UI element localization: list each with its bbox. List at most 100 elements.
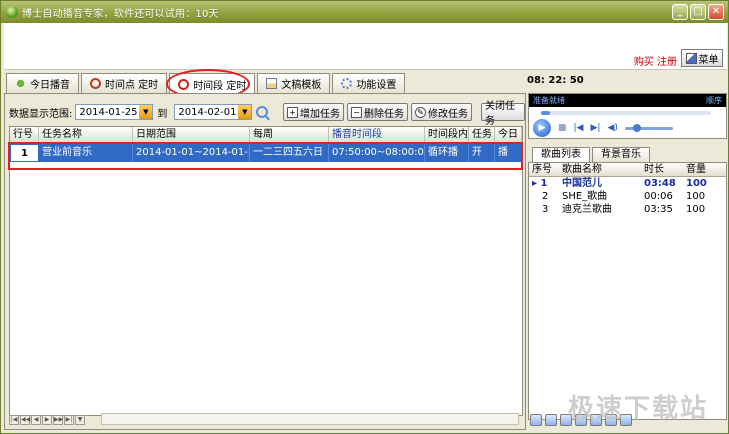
edit-task-button[interactable]: ✎ 修改任务 (411, 103, 472, 121)
audio-player: 准备就绪 顺序 ▶ ■ |◀ ▶| ◀) (528, 93, 727, 139)
next-page-fast-icon[interactable]: ▶▶ (53, 415, 63, 425)
tab-template[interactable]: 文稿模板 (257, 73, 331, 93)
chevron-down-icon[interactable]: ▼ (238, 105, 252, 119)
alarm-clock-icon (90, 78, 101, 89)
end-date-picker[interactable]: 2014-02-01 ▼ (174, 104, 253, 120)
highlight-rectangle (8, 142, 523, 170)
song-duration: 03:48 (644, 178, 676, 189)
song-list-header: 序号 歌曲名称 时长 音量 (529, 163, 726, 177)
maximize-button[interactable]: □ (690, 4, 706, 20)
song-number: ▸ 1 (532, 178, 548, 189)
next-button[interactable]: ▶| (590, 123, 600, 133)
tab-settings[interactable]: 功能设置 (332, 73, 406, 93)
tab-label: 时间点 定时 (105, 80, 159, 91)
pager-controls: |◀ ◀◀ ◀ ▶ ▶▶ ▶| ▼ (9, 415, 85, 425)
menu-button[interactable]: 菜单 (681, 49, 723, 67)
filter-icon[interactable]: ▼ (75, 415, 85, 425)
volume-icon[interactable]: ◀) (607, 123, 617, 133)
song-number: 2 (542, 191, 549, 202)
search-icon[interactable] (256, 106, 269, 118)
menu-icon (685, 52, 697, 64)
delete-task-button[interactable]: − 删除任务 (347, 103, 408, 121)
prev-page-fast-icon[interactable]: ◀◀ (20, 415, 30, 425)
title-bar[interactable]: 博士自动播音专家，软件还可以试用：10天 _ □ ✕ (1, 1, 728, 23)
filter-label: 数据显示范围: (9, 108, 73, 120)
tab-label: 文稿模板 (281, 80, 322, 91)
license-links: 购买 注册 (634, 53, 677, 68)
column-header[interactable]: 歌曲名称 (559, 163, 641, 176)
play-mode[interactable]: 顺序 (706, 94, 722, 107)
column-header[interactable]: 时长 (641, 163, 683, 176)
document-icon (266, 78, 278, 89)
add-song-icon[interactable] (530, 414, 542, 426)
add-folder-icon[interactable] (545, 414, 557, 426)
add-icon: + (287, 106, 298, 118)
song-volume: 100 (686, 191, 706, 202)
button-label: 关闭任务 (485, 101, 515, 127)
song-row[interactable]: 2 SHE_歌曲 00:06 100 (529, 190, 726, 203)
last-page-icon[interactable]: ▶| (64, 415, 74, 425)
app-window: 博士自动播音专家，软件还可以试用：10天 _ □ ✕ 购买 注册 菜单 今日播音… (0, 0, 729, 434)
column-header[interactable]: 序号 (529, 163, 559, 176)
player-status-bar: 准备就绪 顺序 (529, 94, 726, 107)
volume-slider[interactable] (624, 123, 673, 132)
button-label: 删除任务 (364, 108, 404, 120)
menu-label: 菜单 (698, 54, 719, 66)
column-header[interactable]: 播音时间段 (329, 127, 425, 142)
tab-background-music[interactable]: 背景音乐 (592, 147, 650, 162)
column-header[interactable]: 今日 (495, 127, 522, 142)
song-name: SHE_歌曲 (562, 191, 608, 202)
horizontal-scrollbar[interactable] (101, 413, 519, 425)
close-button[interactable]: ✕ (708, 4, 724, 20)
previous-button[interactable]: |◀ (574, 123, 584, 133)
end-date-value: 2014-02-01 (178, 106, 237, 118)
song-volume: 100 (686, 204, 706, 215)
play-button[interactable]: ▶ (533, 119, 551, 137)
song-duration: 00:06 (644, 191, 673, 202)
gear-icon (341, 78, 353, 89)
first-page-icon[interactable]: |◀ (9, 415, 19, 425)
next-page-icon[interactable]: ▶ (42, 415, 52, 425)
player-panel: 准备就绪 顺序 ▶ ■ |◀ ▶| ◀) 歌曲列表 背景音乐 序号 歌曲名称 时… (528, 93, 727, 430)
song-name: 迪克兰歌曲 (562, 204, 612, 215)
top-strip: 购买 注册 菜单 (4, 23, 727, 70)
start-date-picker[interactable]: 2014-01-25 ▼ (75, 104, 154, 120)
song-number: 3 (542, 204, 549, 215)
tab-time-point[interactable]: 时间点 定时 (81, 73, 168, 93)
tab-today-broadcast[interactable]: 今日播音 (6, 73, 79, 93)
buy-link[interactable]: 购买 (634, 57, 654, 68)
column-header[interactable]: 音量 (683, 163, 723, 176)
song-row[interactable]: 3 迪克兰歌曲 03:35 100 (529, 203, 726, 216)
button-label: 修改任务 (428, 108, 468, 120)
speaker-icon (15, 78, 26, 89)
progress-fill (541, 111, 550, 115)
stop-button[interactable]: ■ (558, 123, 567, 133)
table-header: 行号 任务名称 日期范围 每周 播音时间段 时间段内 任务 今日 (10, 127, 522, 143)
progress-slider[interactable] (541, 111, 711, 115)
tab-label: 功能设置 (356, 80, 397, 91)
close-task-button[interactable]: 关闭任务 (481, 101, 525, 127)
window-title: 博士自动播音专家，软件还可以试用：10天 (22, 8, 219, 20)
player-status: 准备就绪 (533, 96, 565, 105)
register-link[interactable]: 注册 (657, 57, 677, 68)
delete-icon: − (351, 106, 362, 118)
add-task-button[interactable]: + 增加任务 (283, 103, 344, 121)
edit-icon: ✎ (415, 106, 426, 118)
column-header[interactable]: 时间段内 (425, 127, 469, 142)
column-header[interactable]: 行号 (10, 127, 39, 142)
column-header[interactable]: 日期范围 (133, 127, 250, 142)
clock-display: 08: 22: 50 (527, 75, 584, 86)
date-filter: 数据显示范围: 2014-01-25 ▼ 到 2014-02-01 ▼ (9, 104, 269, 120)
tab-song-list[interactable]: 歌曲列表 (532, 147, 590, 162)
app-logo-icon (6, 6, 18, 18)
song-row[interactable]: ▸ 1 中国范儿 03:48 100 (529, 177, 726, 190)
column-header[interactable]: 每周 (250, 127, 329, 142)
tab-label: 今日播音 (30, 80, 70, 91)
minimize-button[interactable]: _ (672, 4, 688, 20)
column-header[interactable]: 任务名称 (39, 127, 133, 142)
chevron-down-icon[interactable]: ▼ (139, 105, 153, 119)
prev-page-icon[interactable]: ◀ (31, 415, 41, 425)
column-header[interactable]: 任务 (469, 127, 495, 142)
song-volume: 100 (686, 178, 707, 189)
button-label: 增加任务 (300, 108, 340, 120)
